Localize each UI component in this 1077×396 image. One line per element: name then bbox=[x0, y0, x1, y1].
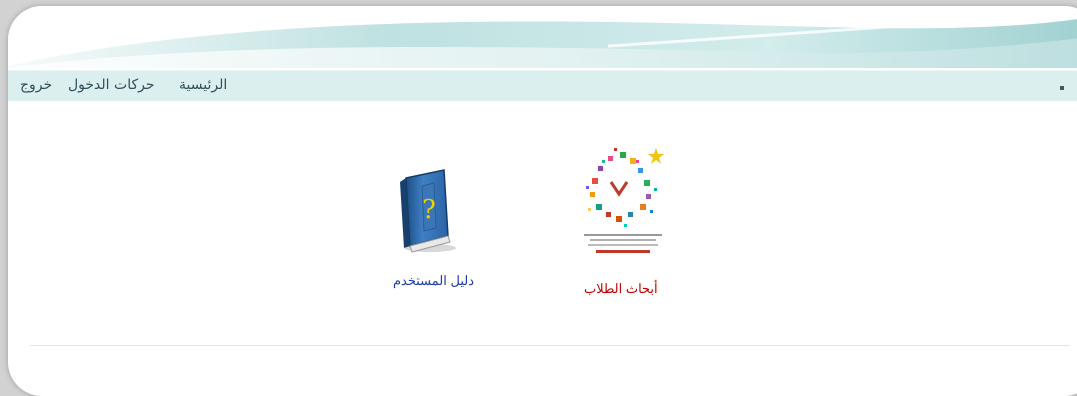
top-nav-bar: الرئيسية حركات الدخول خروج bbox=[8, 70, 1077, 101]
app-frame: الرئيسية حركات الدخول خروج أبحاث الطلاب … bbox=[8, 6, 1077, 396]
research-logo-icon bbox=[584, 148, 664, 253]
student-research-label[interactable]: أبحاث الطلاب bbox=[584, 281, 658, 297]
nav-login-activity-link[interactable]: حركات الدخول bbox=[68, 77, 155, 93]
nav-home-link[interactable]: الرئيسية bbox=[179, 77, 227, 93]
user-guide-label[interactable]: دليل المستخدم bbox=[393, 273, 474, 289]
user-guide-tile[interactable]: ? دليل المستخدم bbox=[384, 168, 494, 288]
help-book-icon: ? bbox=[400, 169, 456, 253]
nav-bullet-icon bbox=[1060, 86, 1064, 90]
footer-divider bbox=[30, 345, 1070, 346]
svg-text:?: ? bbox=[422, 195, 436, 225]
student-research-tile[interactable]: أبحاث الطلاب bbox=[568, 146, 678, 296]
nav-logout-link[interactable]: خروج bbox=[20, 77, 52, 93]
header-banner bbox=[8, 6, 1077, 76]
